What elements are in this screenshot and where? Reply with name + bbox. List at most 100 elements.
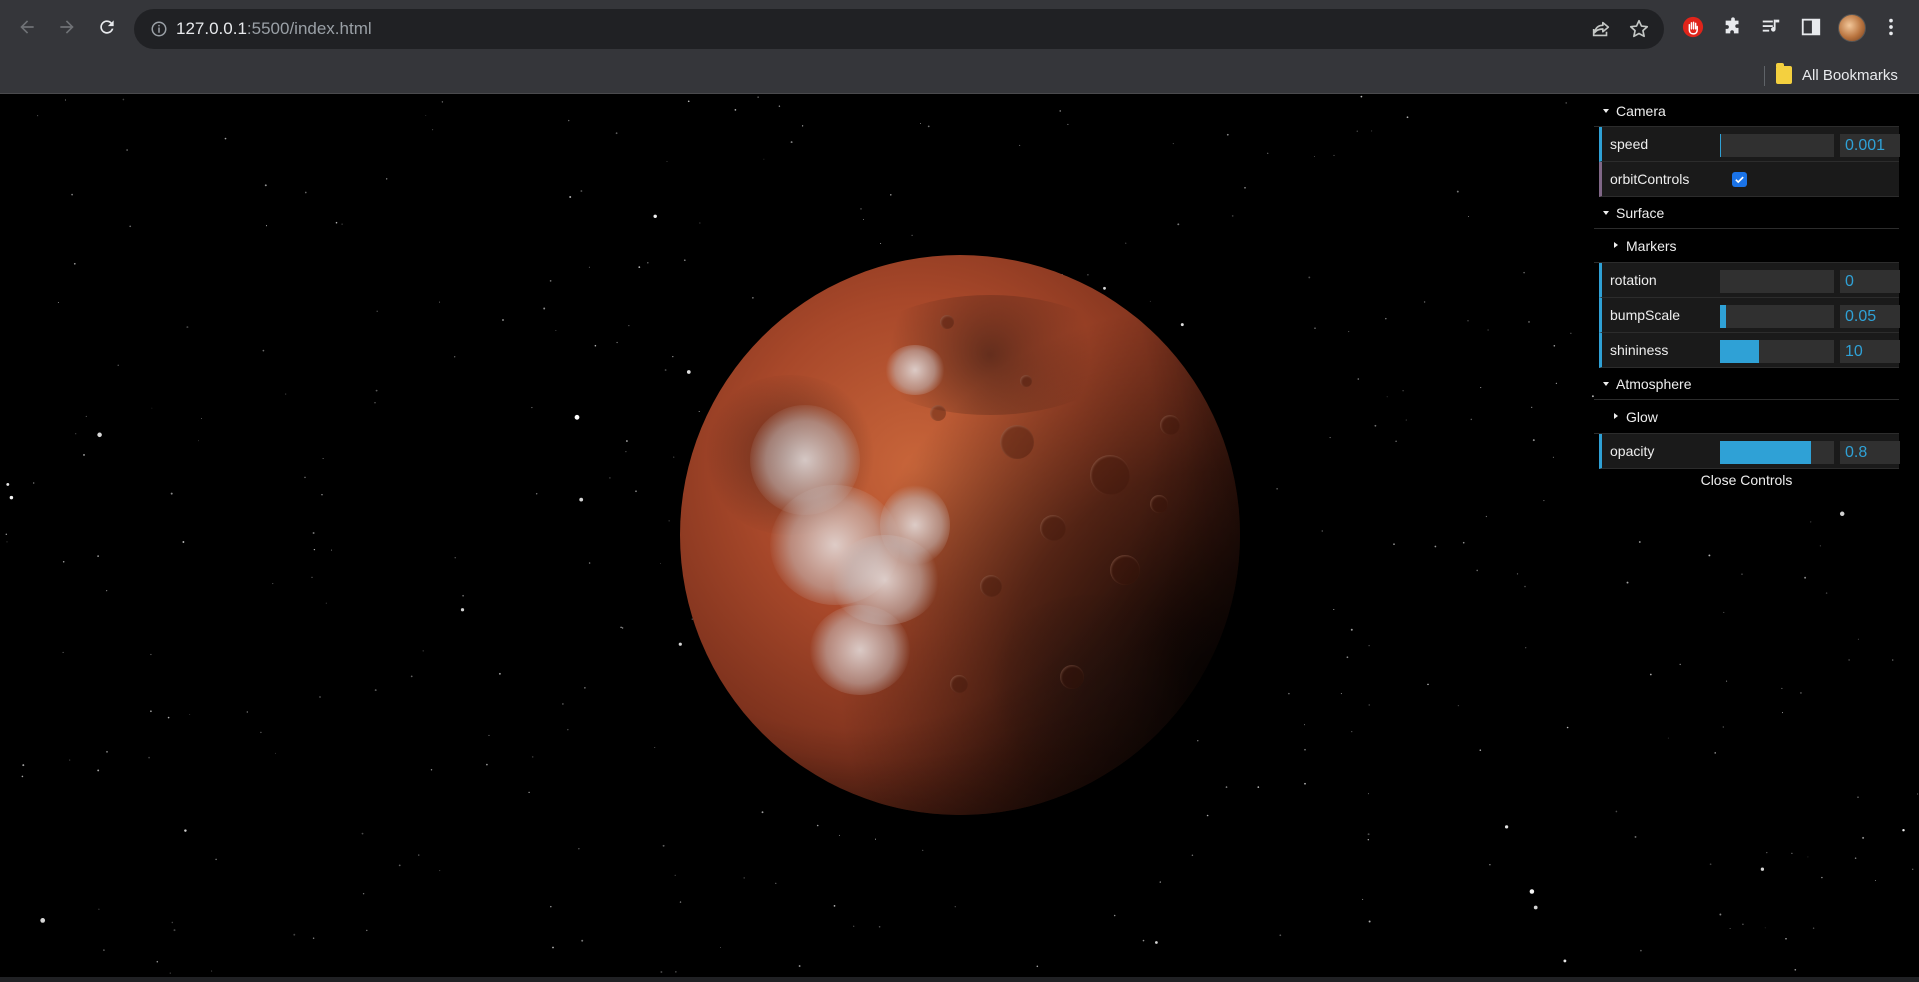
star <box>1825 592 1828 594</box>
star <box>285 393 287 395</box>
star <box>1781 687 1783 689</box>
star-icon[interactable] <box>1628 18 1650 40</box>
folder-atmosphere-title: Atmosphere <box>1616 376 1692 392</box>
forward-arrow-icon[interactable] <box>52 12 82 42</box>
star <box>69 759 71 761</box>
kebab-menu-icon[interactable] <box>1878 14 1904 40</box>
all-bookmarks-button[interactable]: All Bookmarks <box>1776 62 1898 88</box>
star <box>1257 786 1260 788</box>
folder-atmosphere[interactable]: Atmosphere <box>1594 368 1899 400</box>
back-arrow-icon[interactable] <box>12 12 42 42</box>
star <box>550 905 552 908</box>
star <box>57 301 59 304</box>
address-bar[interactable]: 127.0.0.1:5500/index.html <box>134 9 1664 49</box>
media-queue-icon[interactable] <box>1758 14 1784 40</box>
folder-markers[interactable]: Markers <box>1594 229 1899 263</box>
star <box>1468 216 1469 217</box>
close-controls-button[interactable]: Close Controls <box>1594 469 1899 491</box>
star <box>148 756 150 759</box>
star <box>321 494 323 496</box>
opacity-slider[interactable] <box>1720 441 1834 464</box>
rotation-input[interactable]: 0 <box>1840 270 1900 293</box>
star <box>1615 810 1618 813</box>
star <box>1726 680 1728 682</box>
star <box>6 482 10 486</box>
star <box>1764 927 1766 929</box>
star <box>1333 154 1335 156</box>
star <box>375 389 378 392</box>
opacity-input[interactable]: 0.8 <box>1840 441 1900 464</box>
star <box>265 225 268 227</box>
share-icon[interactable] <box>1590 18 1612 40</box>
star <box>422 650 424 652</box>
star <box>920 122 921 124</box>
bumpscale-input[interactable]: 0.05 <box>1840 305 1900 328</box>
side-panel-icon[interactable] <box>1798 14 1824 40</box>
star <box>64 99 67 101</box>
all-bookmarks-label: All Bookmarks <box>1802 66 1898 84</box>
star <box>778 105 781 107</box>
star <box>1313 156 1315 157</box>
star <box>798 965 801 967</box>
planet-surface <box>680 255 1240 815</box>
star <box>1528 320 1530 323</box>
star <box>75 433 77 435</box>
control-orbitcontrols: orbitControls <box>1599 162 1899 197</box>
shininess-input[interactable]: 10 <box>1840 340 1900 363</box>
star <box>838 834 841 836</box>
puzzle-icon[interactable] <box>1720 14 1746 40</box>
star <box>1276 488 1278 490</box>
star <box>1368 645 1370 647</box>
star <box>171 921 174 924</box>
speed-input[interactable]: 0.001 <box>1840 134 1900 157</box>
folder-camera[interactable]: Camera <box>1594 95 1899 127</box>
star <box>374 689 377 692</box>
control-speed: speed 0.001 <box>1599 127 1900 162</box>
opacity-slider-fill <box>1720 441 1812 464</box>
star <box>584 687 586 689</box>
star <box>312 937 315 940</box>
star <box>1036 965 1039 968</box>
folder-glow[interactable]: Glow <box>1594 400 1899 434</box>
control-rotation: rotation 0 <box>1599 263 1900 298</box>
star <box>1708 554 1711 557</box>
star <box>1634 835 1637 838</box>
hand-extension-icon[interactable] <box>1680 14 1706 40</box>
star <box>1555 382 1558 385</box>
star <box>1516 573 1519 575</box>
folder-icon <box>1776 63 1792 84</box>
orbitcontrols-checkbox[interactable] <box>1732 172 1747 187</box>
reload-icon[interactable] <box>92 12 122 42</box>
shininess-slider[interactable] <box>1720 340 1834 363</box>
star <box>430 769 433 771</box>
star <box>1434 545 1437 548</box>
speed-slider[interactable] <box>1720 134 1834 157</box>
star <box>763 158 765 160</box>
rotation-label: rotation <box>1610 272 1657 288</box>
star <box>362 893 365 895</box>
star <box>1626 581 1629 584</box>
url-text[interactable]: 127.0.0.1:5500/index.html <box>176 19 372 39</box>
mars-planet[interactable] <box>674 249 1246 821</box>
bumpscale-slider-fill <box>1720 305 1726 328</box>
profile-avatar[interactable] <box>1838 14 1866 42</box>
info-icon[interactable] <box>150 20 168 38</box>
star <box>1529 889 1535 894</box>
star <box>638 266 641 268</box>
star <box>1638 541 1641 543</box>
star <box>1155 941 1158 944</box>
star <box>635 490 637 493</box>
star <box>1874 879 1877 882</box>
planet-shading <box>680 255 1240 815</box>
star <box>85 415 87 417</box>
star <box>33 482 35 484</box>
rotation-slider[interactable] <box>1720 270 1834 293</box>
star <box>1423 301 1426 303</box>
folder-surface[interactable]: Surface <box>1594 197 1899 229</box>
star <box>73 262 76 265</box>
star <box>169 972 171 974</box>
star <box>1456 190 1459 193</box>
bumpscale-slider[interactable] <box>1720 305 1834 328</box>
bookmarks-bar: All Bookmarks <box>0 56 1919 94</box>
star <box>581 939 584 942</box>
